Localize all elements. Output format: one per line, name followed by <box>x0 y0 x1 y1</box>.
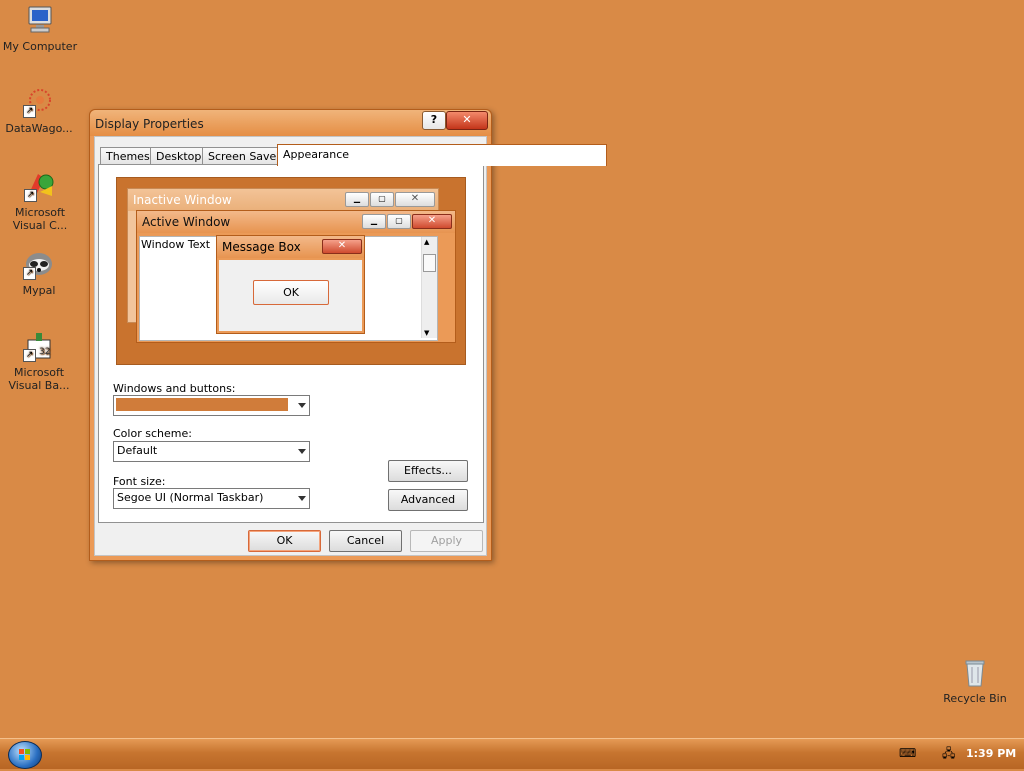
desktop-icon-label: DataWago... <box>5 122 73 135</box>
color-scheme-label: Color scheme: <box>113 427 192 440</box>
datawagon-icon: ↗ <box>23 86 55 118</box>
close-button[interactable]: ✕ <box>446 111 488 130</box>
desktop-icon-recycle-bin[interactable]: Recycle Bin <box>936 656 1014 705</box>
shortcut-arrow-icon: ↗ <box>23 267 36 280</box>
svg-text:32: 32 <box>39 347 50 357</box>
font-size-label: Font size: <box>113 475 166 488</box>
tab-appearance[interactable]: Appearance <box>277 144 607 166</box>
help-button[interactable]: ? <box>422 111 446 130</box>
scroll-up-icon: ▲ <box>424 238 430 246</box>
desktop-icon-my-computer[interactable]: My Computer <box>1 4 79 53</box>
cancel-button[interactable]: Cancel <box>329 530 402 552</box>
minimize-icon: ▁ <box>362 214 386 229</box>
display-properties-window[interactable]: Display Properties ? ✕ Themes Desktop Sc… <box>89 109 607 561</box>
computer-icon <box>24 4 56 36</box>
desktop-icon-visual-c[interactable]: ↗ Microsoft Visual C... <box>1 170 79 232</box>
taskbar: ⌨ 🖧 1:39 PM <box>0 738 1024 769</box>
windows-buttons-label: Windows and buttons: <box>113 382 236 395</box>
desktop-icon-label: Mypal <box>22 284 56 297</box>
window-title: Display Properties <box>95 117 204 131</box>
window-text-label: Window Text <box>141 238 211 251</box>
keyboard-icon[interactable]: ⌨ <box>899 747 916 759</box>
shortcut-arrow-icon: ↗ <box>23 105 36 118</box>
appearance-panel: Inactive Window ▁ ▢ ✕ Active Window ▁ ▢ ✕ Wi… <box>98 164 484 523</box>
shortcut-arrow-icon: ↗ <box>23 349 36 362</box>
advanced-button[interactable]: Advanced <box>388 489 468 511</box>
window-client-area: Themes Desktop Screen Saver Appearance I… <box>94 136 607 556</box>
apply-button[interactable]: Apply <box>410 530 483 552</box>
message-box-ok-button: OK <box>253 280 329 305</box>
appearance-preview: Inactive Window ▁ ▢ ✕ Active Window ▁ ▢ ✕ Wi… <box>116 177 466 365</box>
color-swatch <box>116 398 288 411</box>
scrollbar-preview: ▲ ▼ <box>421 237 437 338</box>
desktop-icon-datawagon[interactable]: ↗ DataWago... <box>0 86 78 135</box>
font-size-value: Segoe UI (Normal Taskbar) <box>117 491 264 504</box>
desktop-icon-label: My Computer <box>2 40 78 53</box>
visual-basic-icon: 32 ↗ <box>23 330 55 362</box>
title-bar[interactable]: Display Properties ? ✕ <box>90 110 491 136</box>
visual-c-icon: ↗ <box>24 170 56 202</box>
clock[interactable]: 1:39 PM <box>966 747 1016 760</box>
scroll-thumb <box>423 254 436 272</box>
tab-desktop[interactable]: Desktop <box>150 147 208 165</box>
scroll-down-icon: ▼ <box>424 329 430 337</box>
minimize-icon: ▁ <box>345 192 369 207</box>
maximize-icon: ▢ <box>370 192 394 207</box>
effects-button[interactable]: Effects... <box>388 460 468 482</box>
start-button[interactable] <box>8 741 42 769</box>
chevron-down-icon <box>298 496 306 501</box>
desktop-icon-label: Microsoft Visual Ba... <box>8 366 70 392</box>
chevron-down-icon <box>298 403 306 408</box>
desktop-icon-mypal[interactable]: ↗ Mypal <box>0 248 78 297</box>
maximize-icon: ▢ <box>387 214 411 229</box>
desktop-icon-visual-basic[interactable]: 32 ↗ Microsoft Visual Ba... <box>0 330 78 392</box>
close-icon: ✕ <box>412 214 452 229</box>
desktop-icon-label: Recycle Bin <box>943 692 1007 705</box>
ok-button[interactable]: OK <box>248 530 321 552</box>
windows-buttons-select[interactable] <box>113 395 310 416</box>
tab-screen-saver[interactable]: Screen Saver <box>202 147 287 165</box>
windows-logo-icon <box>19 749 30 760</box>
tab-themes[interactable]: Themes <box>100 147 156 165</box>
close-icon: ✕ <box>322 239 362 254</box>
network-icon[interactable]: 🖧 <box>942 747 956 759</box>
color-scheme-select[interactable]: Default <box>113 441 310 462</box>
close-icon: ✕ <box>395 192 435 207</box>
shortcut-arrow-icon: ↗ <box>24 189 37 202</box>
font-size-select[interactable]: Segoe UI (Normal Taskbar) <box>113 488 310 509</box>
mypal-icon: ↗ <box>23 248 55 280</box>
desktop-icon-label: Microsoft Visual C... <box>12 206 68 232</box>
recycle-bin-icon <box>959 656 991 688</box>
message-box-preview: Message Box ✕ OK <box>216 235 365 334</box>
color-scheme-value: Default <box>117 444 158 457</box>
chevron-down-icon <box>298 449 306 454</box>
